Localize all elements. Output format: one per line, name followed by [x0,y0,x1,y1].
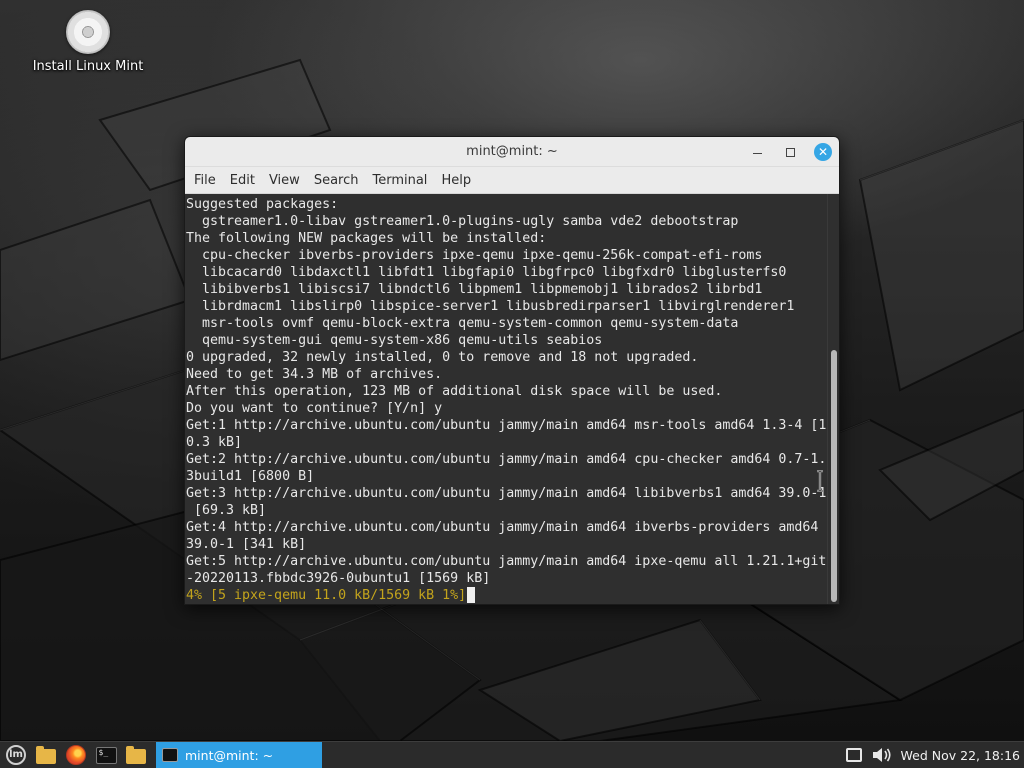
terminal-line: Do you want to continue? [Y/n] y [186,401,443,416]
maximize-icon [785,147,795,157]
menu-terminal[interactable]: Terminal [365,173,434,188]
menu-edit[interactable]: Edit [223,173,262,188]
system-tray: Wed Nov 22, 18:16 [837,742,1024,768]
terminal-line: Get:5 http://archive.ubuntu.com/ubuntu j… [186,554,827,569]
menu-help[interactable]: Help [434,173,478,188]
terminal-line: librdmacm1 libslirp0 libspice-server1 li… [186,299,795,314]
menu-file[interactable]: File [187,173,223,188]
terminal-icon [162,748,178,762]
terminal-line: libibverbs1 libiscsi7 libndctl6 libpmem1… [186,282,763,297]
menu-view[interactable]: View [262,173,307,188]
terminal-launcher[interactable]: $_ [92,742,120,768]
files-launcher[interactable] [32,742,60,768]
terminal-line: The following NEW packages will be insta… [186,231,547,246]
terminal-icon: $_ [95,746,117,764]
terminal-line: Get:2 http://archive.ubuntu.com/ubuntu j… [186,452,827,467]
download-progress-line: 4% [5 ipxe-qemu 11.0 kB/1569 kB 1%] [186,587,828,604]
terminal-scrollbar[interactable] [827,194,839,604]
minimize-button[interactable] [747,142,767,162]
close-button[interactable]: ✕ [813,142,833,162]
download-progress-text: 4% [5 ipxe-qemu 11.0 kB/1569 kB 1%] [186,588,467,603]
desktop-icon-label: Install Linux Mint [32,59,144,74]
window-title: mint@mint: ~ [466,144,558,159]
scrollbar-thumb[interactable] [831,350,837,602]
install-linux-mint-shortcut[interactable]: Install Linux Mint [20,10,156,74]
terminal-line: 39.0-1 [341 kB] [186,537,307,552]
menu-bar: File Edit View Search Terminal Help [185,167,839,194]
clock[interactable]: Wed Nov 22, 18:16 [901,748,1020,763]
terminal-cursor [467,587,476,603]
taskbar-window-button[interactable]: mint@mint: ~ [156,741,322,768]
terminal-window[interactable]: mint@mint: ~ ✕ File Edit View Search Ter… [184,136,840,605]
terminal-line: Need to get 34.3 MB of archives. [186,367,443,382]
taskbar-window-label: mint@mint: ~ [185,747,274,763]
terminal-line: Get:1 http://archive.ubuntu.com/ubuntu j… [186,418,827,433]
folder-icon [36,745,56,764]
terminal-line: [69.3 kB] [186,503,267,518]
network-button[interactable] [843,744,865,766]
folder-icon [126,745,146,764]
mint-logo-icon: lm [6,745,26,765]
files-launcher-2[interactable] [122,742,150,768]
terminal-line: libcacard0 libdaxctl1 libfdt1 libgfapi0 … [186,265,787,280]
volume-button[interactable] [871,744,893,766]
terminal-line: Suggested packages: [186,197,339,212]
minimize-icon [752,152,762,154]
terminal-line: 0 upgraded, 32 newly installed, 0 to rem… [186,350,699,365]
terminal-line: 3build1 [6800 B] [186,469,315,484]
terminal-line: cpu-checker ibverbs-providers ipxe-qemu … [186,248,763,263]
firefox-icon [66,745,86,765]
network-icon [845,748,862,762]
terminal-line: -20220113.fbbdc3926-0ubuntu1 [1569 kB] [186,571,491,586]
title-bar[interactable]: mint@mint: ~ ✕ [185,137,839,167]
text-cursor-icon [817,470,823,492]
window-controls: ✕ [734,142,833,162]
terminal-line: gstreamer1.0-libav gstreamer1.0-plugins-… [186,214,739,229]
terminal-output[interactable]: Suggested packages: gstreamer1.0-libav g… [185,194,828,604]
volume-icon [872,748,891,762]
terminal-line: 0.3 kB] [186,435,243,450]
taskbar: lm $_ mint@mint: ~ Wed Nov 22, 18:16 [0,741,1024,768]
menu-search[interactable]: Search [307,173,366,188]
disc-icon [66,10,110,54]
terminal-line: Get:4 http://archive.ubuntu.com/ubuntu j… [186,520,819,535]
terminal-line: qemu-system-gui qemu-system-x86 qemu-uti… [186,333,603,348]
terminal-line: Get:3 http://archive.ubuntu.com/ubuntu j… [186,486,827,501]
firefox-launcher[interactable] [62,742,90,768]
close-icon: ✕ [814,143,832,161]
maximize-button[interactable] [780,142,800,162]
terminal-line: After this operation, 123 MB of addition… [186,384,723,399]
terminal-line: msr-tools ovmf qemu-block-extra qemu-sys… [186,316,739,331]
menu-button[interactable]: lm [2,742,30,768]
